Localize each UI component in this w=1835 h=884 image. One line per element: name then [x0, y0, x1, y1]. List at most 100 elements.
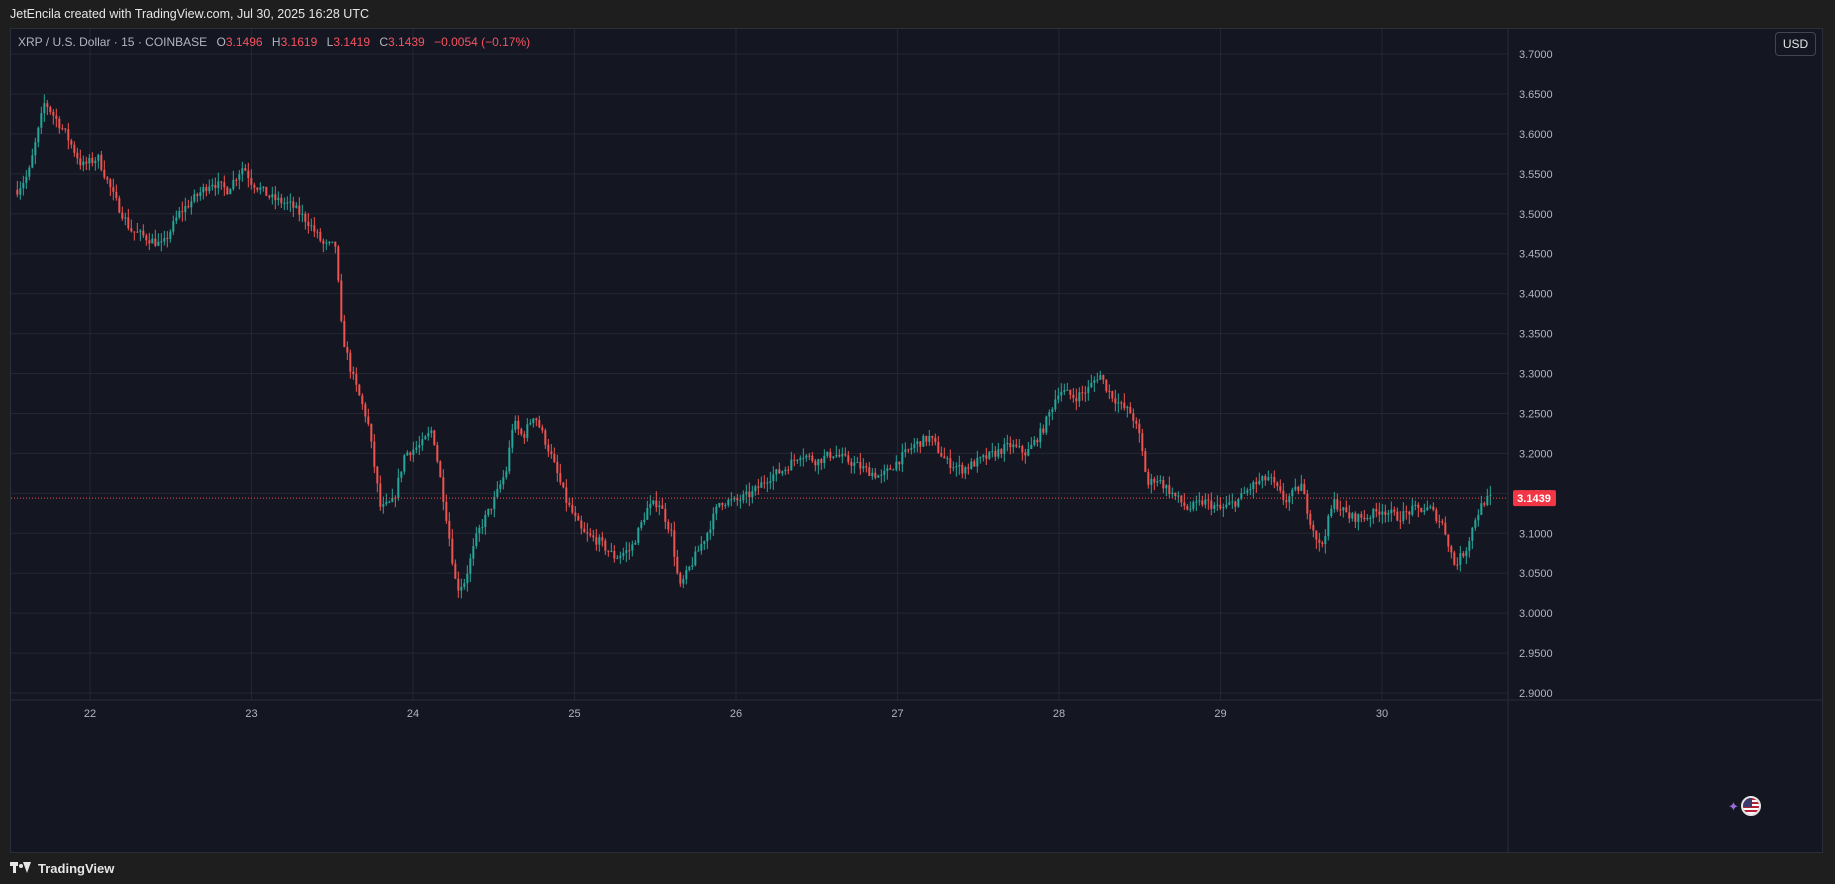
candle-body [580, 520, 583, 529]
candle-body [667, 521, 670, 530]
candle-body [433, 430, 436, 446]
candle-body [754, 486, 757, 492]
candle-body [475, 533, 478, 547]
candle-body [277, 197, 280, 201]
candle-body [193, 194, 196, 202]
candle-body [781, 471, 784, 474]
candle-body [1411, 505, 1414, 515]
candle-body [997, 449, 1000, 457]
candle-body [1291, 489, 1294, 497]
currency-button[interactable]: USD [1775, 32, 1816, 56]
candle-body [298, 205, 301, 215]
candle-body [55, 115, 58, 119]
candle-body [748, 491, 751, 498]
candle-body [940, 452, 943, 457]
candle-body [1483, 503, 1486, 505]
candle-body [925, 435, 928, 442]
candle-body [1309, 513, 1312, 525]
candle-body [721, 502, 724, 506]
tradingview-brand[interactable]: TradingView [10, 861, 114, 876]
candle-body [607, 550, 610, 552]
candle-body [874, 472, 877, 478]
candle-body [658, 505, 661, 508]
candle-body [145, 235, 148, 241]
candle-body [148, 240, 151, 244]
candle-body [1084, 392, 1087, 394]
candle-body [196, 194, 199, 196]
candle-body [712, 513, 715, 530]
footer-bar: TradingView [0, 853, 1835, 884]
candle-body [799, 458, 802, 461]
candle-body [397, 477, 400, 499]
candle-body [1036, 439, 1039, 443]
candle-body [784, 469, 787, 472]
candle-body [70, 140, 73, 145]
candle-body [619, 555, 622, 558]
us-flag-icon[interactable] [1741, 796, 1761, 816]
candle-body [244, 168, 247, 171]
candle-body [808, 455, 811, 457]
candle-body [373, 441, 376, 467]
candle-body [838, 454, 841, 457]
candle-body [547, 444, 550, 452]
candle-body [106, 177, 109, 180]
candle-body [1042, 428, 1045, 433]
candle-body [1489, 495, 1492, 497]
x-tick-label: 30 [1376, 708, 1388, 720]
candle-body [991, 450, 994, 452]
candle-body [361, 395, 364, 405]
candle-body [565, 487, 568, 503]
candle-body [1408, 511, 1411, 515]
candle-body [679, 573, 682, 584]
candle-body [118, 198, 121, 213]
candle-body [1429, 506, 1432, 508]
candle-body [739, 500, 742, 502]
candle-body [787, 469, 790, 471]
candle-body [1177, 495, 1180, 497]
candle-body [1180, 495, 1183, 503]
candle-body [67, 129, 70, 141]
candle-body [178, 211, 181, 218]
candle-body [1087, 387, 1090, 393]
candle-body [1168, 485, 1171, 495]
candle-body [1135, 420, 1138, 424]
candle-body [34, 142, 37, 156]
candle-body [175, 217, 178, 221]
close-label: C [379, 35, 389, 49]
candle-body [1390, 509, 1393, 514]
candle-body [610, 551, 613, 553]
candle-body [271, 194, 274, 198]
candle-body [265, 186, 268, 196]
candle-body [904, 449, 907, 453]
candle-body [127, 217, 130, 229]
candle-body [1027, 449, 1030, 456]
candle-body [199, 192, 202, 196]
price-chart[interactable]: 3.7000 3.6500 3.6000 3.5500 3.5000 3.4500 3.40… [0, 0, 1835, 884]
candle-body [220, 181, 223, 183]
candle-body [988, 451, 991, 459]
x-tick-label: 26 [730, 708, 742, 720]
candle-body [91, 157, 94, 164]
candle-body [1000, 449, 1003, 454]
candle-body [1099, 375, 1102, 380]
candle-body [757, 486, 760, 488]
candle-body [325, 242, 328, 244]
candle-body [505, 471, 508, 478]
candle-body [1444, 522, 1447, 535]
candle-body [1426, 507, 1429, 511]
sparkle-icon[interactable]: ✦ [1728, 800, 1742, 814]
candle-body [649, 503, 652, 508]
candle-body [466, 573, 469, 584]
candle-body [1171, 492, 1174, 495]
candle-body [235, 179, 238, 181]
candle-body [1126, 406, 1129, 409]
candle-body [187, 206, 190, 208]
candle-body [1402, 511, 1405, 521]
candle-body [103, 169, 106, 178]
candle-body [835, 454, 838, 457]
candle-body [484, 514, 487, 528]
symbol-label[interactable]: XRP / U.S. Dollar · 15 · COINBASE [18, 35, 207, 49]
candle-body [253, 184, 256, 188]
candle-body [967, 467, 970, 469]
candle-body [1261, 476, 1264, 481]
